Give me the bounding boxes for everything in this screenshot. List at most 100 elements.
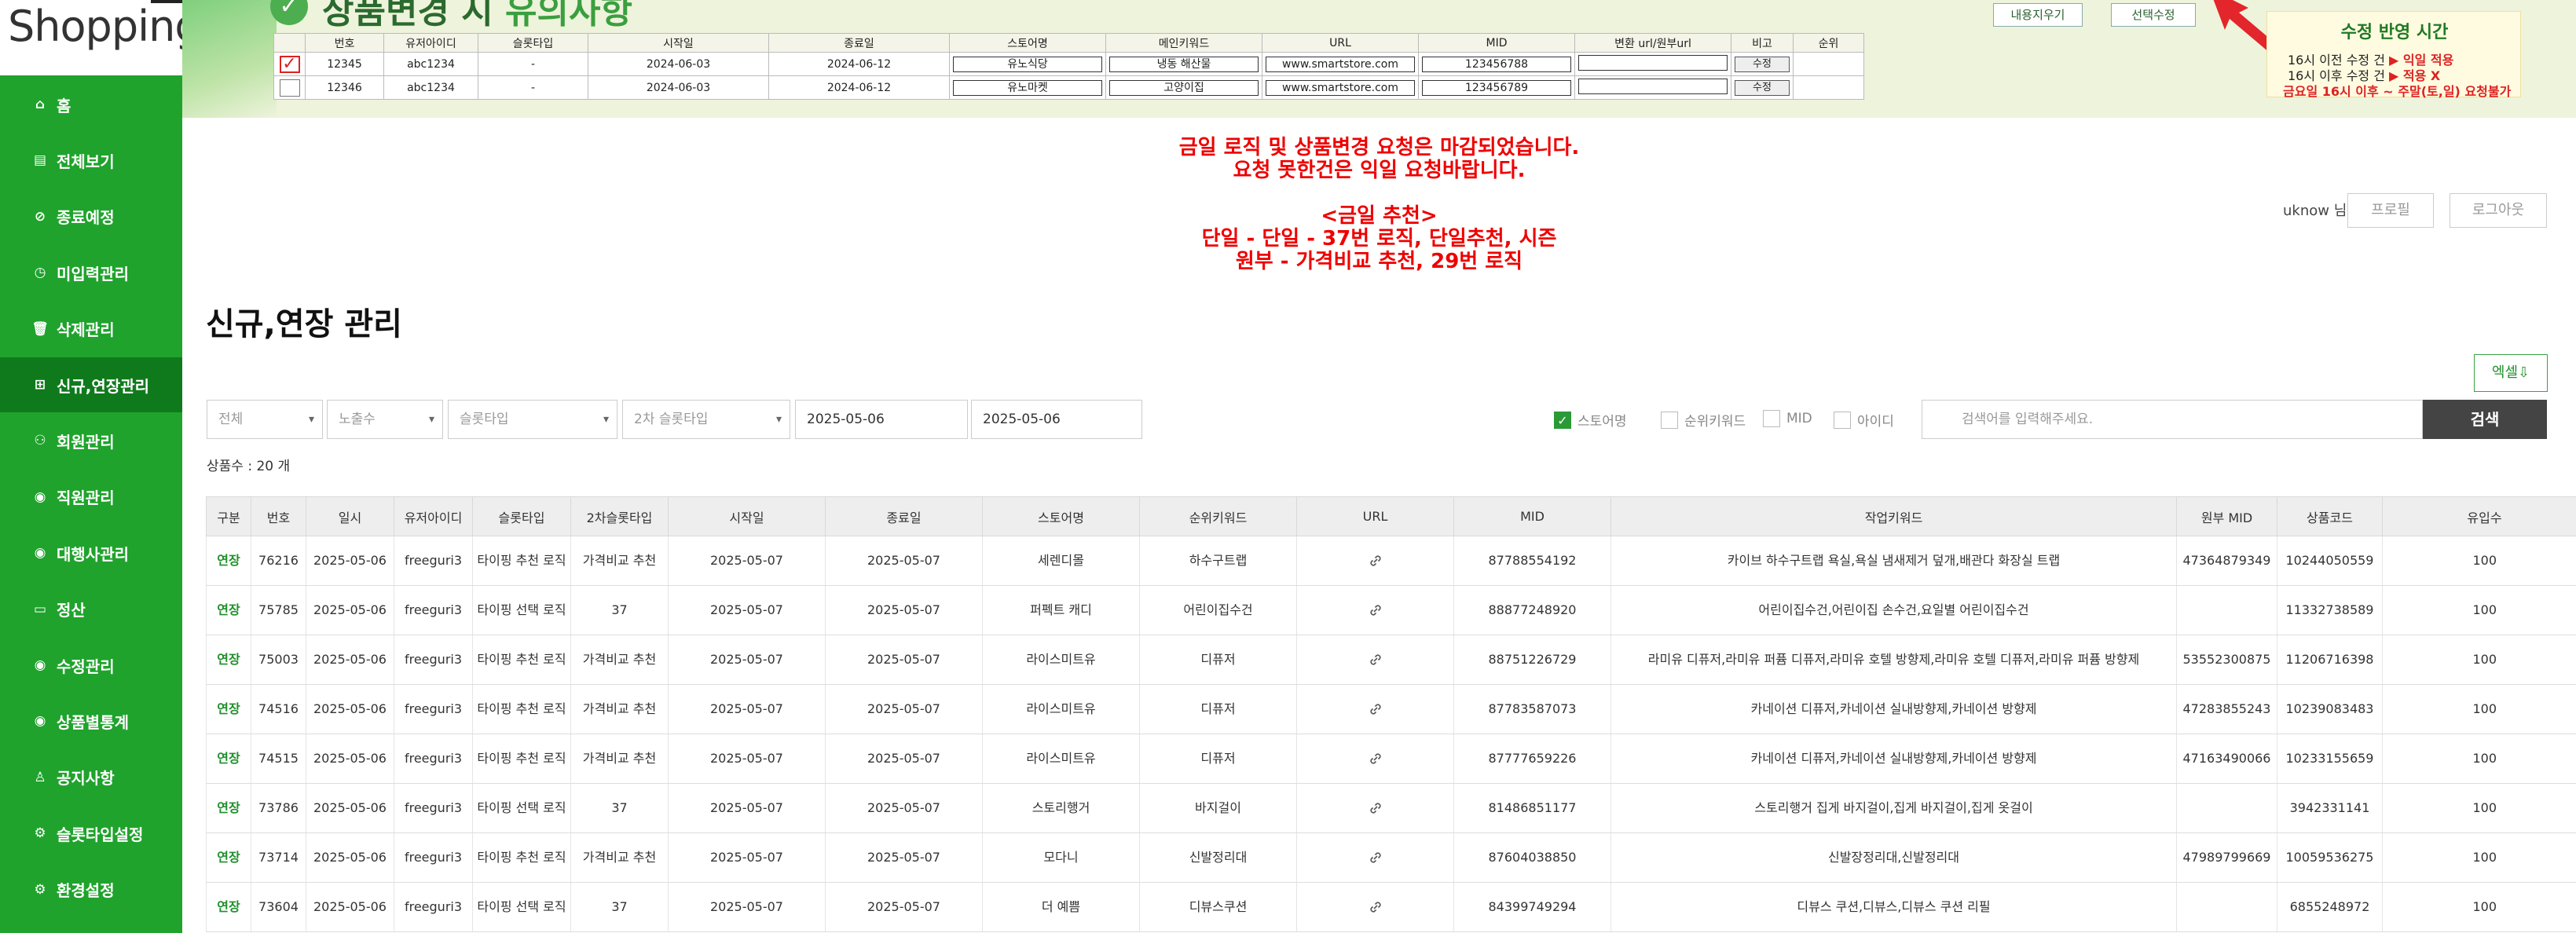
table-cell-parent-mid: 53552300875 — [2176, 635, 2277, 685]
table-row[interactable]: 연장 73714 2025-05-06 freeguri3 타이핑 추천 로직 가격비교 … — [206, 832, 2576, 883]
link-icon[interactable] — [1368, 899, 1383, 915]
table-cell-store: 스토리행거 — [982, 783, 1140, 833]
sidebar-item[interactable]: ♙ 공지사항 — [0, 750, 182, 805]
excel-download-button[interactable]: 엑셀⇩ — [2474, 354, 2548, 392]
table-row[interactable]: 연장 75003 2025-05-06 freeguri3 타이핑 추천 로직 가격비교 … — [206, 635, 2576, 685]
announcement: 금일 로직 및 상품변경 요청은 마감되었습니다. 요청 못한건은 익일 요청바… — [182, 137, 2576, 273]
table-cell-slot: 타이핑 선택 로직 — [472, 783, 571, 833]
example-input[interactable] — [1578, 78, 1728, 94]
sidebar-item[interactable]: ◉ 수정관리 — [0, 638, 182, 693]
app-logo[interactable]: Shopping — [8, 2, 202, 51]
table-header-cell: 번호 — [251, 496, 306, 536]
filter-checkbox-label: 아이디 — [1857, 414, 1894, 430]
filter-checkbox[interactable]: 순위키워드 — [1661, 410, 1746, 430]
example-cell: 2024-06-03 — [588, 75, 769, 100]
start-date-input[interactable]: 2025-05-06 — [795, 400, 968, 439]
sidebar-item[interactable]: ⊞ 신규,연장관리 — [0, 357, 182, 412]
checkbox[interactable] — [279, 79, 300, 97]
link-icon[interactable] — [1368, 652, 1383, 668]
sidebar-item[interactable]: ◷ 미입력관리 — [0, 245, 182, 300]
table-cell-work-kw: 디뷰스 쿠션,디뷰스,디뷰스 쿠션 리필 — [1610, 882, 2177, 932]
table-cell-code: 10233155659 — [2277, 734, 2383, 784]
sidebar-item[interactable]: ◉ 상품별통계 — [0, 693, 182, 748]
clear-content-button[interactable]: 내용지우기 — [1993, 3, 2083, 27]
filter-checkbox[interactable]: 아이디 — [1834, 410, 1894, 430]
table-row[interactable]: 연장 73604 2025-05-06 freeguri3 타이핑 선택 로직 37 202… — [206, 882, 2576, 932]
example-input[interactable]: 유노식당 — [953, 56, 1102, 72]
chevron-down-icon: ▾ — [775, 413, 782, 426]
example-input[interactable]: 123456788 — [1422, 56, 1571, 72]
slot-type-select[interactable]: 슬롯타입 ▾ — [448, 400, 617, 439]
example-row: 12346 abc1234-2024-06-03 2024-06-12 유노마켓 고양이… — [273, 75, 1864, 100]
table-cell-kind: 연장 — [206, 832, 251, 883]
table-row[interactable]: 연장 73786 2025-05-06 freeguri3 타이핑 선택 로직 37 202… — [206, 783, 2576, 833]
sidebar-item[interactable]: ◉ 직원관리 — [0, 470, 182, 525]
table-cell-kind: 연장 — [206, 882, 251, 932]
link-icon[interactable] — [1368, 850, 1383, 865]
table-cell-start: 2025-05-07 — [668, 734, 826, 784]
example-input[interactable]: www.smartstore.com — [1266, 56, 1415, 72]
table-cell-no: 73786 — [251, 783, 306, 833]
exposure-select[interactable]: 노출수 ▾ — [327, 400, 443, 439]
example-header-cell: 시작일 — [588, 33, 769, 53]
example-cell: 123456788 — [1418, 52, 1575, 76]
search-input[interactable]: 검색어를 입력해주세요. — [1922, 400, 2423, 439]
announcement-line: 금일 로직 및 상품변경 요청은 마감되었습니다. — [1178, 136, 1580, 159]
chevron-down-icon: ▾ — [308, 413, 314, 426]
link-icon[interactable] — [1368, 800, 1383, 816]
sidebar-item[interactable]: ▤ 전체보기 — [0, 133, 182, 188]
sidebar: Shopping ⌂ 홈 ▤ 전체보기 ⊘ 종료예정 ◷ 미입력관리 🗑 삭제관리 ⊞ 신규,연장관리… — [0, 0, 202, 933]
example-edit-button[interactable]: 수정 — [1735, 79, 1790, 96]
sidebar-item[interactable]: ⚇ 회원관리 — [0, 413, 182, 468]
example-input[interactable]: 123456789 — [1422, 79, 1571, 96]
example-cell: 12345 — [305, 52, 384, 76]
table-row[interactable]: 연장 76216 2025-05-06 freeguri3 타이핑 추천 로직 가격비교 … — [206, 536, 2576, 586]
sidebar-item[interactable]: ⌂ 홈 — [0, 77, 182, 132]
filter-checkbox[interactable]: MID — [1763, 410, 1812, 427]
example-input[interactable]: www.smartstore.com — [1266, 79, 1415, 96]
sidebar-item[interactable]: ⚙ 환경설정 — [0, 862, 182, 917]
table-cell-end: 2025-05-07 — [825, 684, 983, 734]
profile-button[interactable]: 프로필 — [2347, 193, 2434, 228]
table-cell-start: 2025-05-07 — [668, 585, 826, 635]
table-cell-work-kw: 스토리행거 집게 바지걸이,집게 바지걸이,집게 옷걸이 — [1610, 783, 2177, 833]
example-cell: 유노식당 — [949, 52, 1106, 76]
example-input[interactable]: 냉동 해산물 — [1109, 56, 1259, 72]
link-icon[interactable] — [1368, 602, 1383, 618]
example-header-cell — [273, 33, 306, 53]
example-edit-button[interactable]: 수정 — [1735, 56, 1790, 72]
category-select[interactable]: 전체 ▾ — [207, 400, 323, 439]
table-cell-no: 73604 — [251, 882, 306, 932]
apply-selected-button[interactable]: 선택수정 — [2111, 3, 2196, 27]
example-cell — [1793, 52, 1864, 76]
link-icon[interactable] — [1368, 701, 1383, 717]
link-icon[interactable] — [1368, 553, 1383, 569]
table-cell-store: 모다니 — [982, 832, 1140, 883]
example-row: ✓ 12345 abc1234-2024-06-03 2024-06-12 유노식당 냉동… — [273, 52, 1864, 76]
sidebar-item[interactable]: ⊘ 종료예정 — [0, 189, 182, 244]
trash-icon: 🗑 — [31, 320, 49, 337]
example-input[interactable]: 고양이집 — [1109, 79, 1259, 96]
table-cell-inflow: 100 — [2382, 684, 2576, 734]
slot-type2-select[interactable]: 2차 슬롯타입 ▾ — [622, 400, 790, 439]
sidebar-item-label: 삭제관리 — [57, 320, 115, 340]
table-cell-url — [1296, 783, 1454, 833]
table-row[interactable]: 연장 75785 2025-05-06 freeguri3 타이핑 선택 로직 37 202… — [206, 585, 2576, 635]
table-cell-date: 2025-05-06 — [306, 684, 394, 734]
logout-button[interactable]: 로그아웃 — [2450, 193, 2547, 228]
example-input[interactable]: 유노마켓 — [953, 79, 1102, 96]
sidebar-item[interactable]: ◉ 대행사관리 — [0, 525, 182, 580]
end-date-input[interactable]: 2025-05-06 — [971, 400, 1142, 439]
sidebar-item[interactable]: 🗑 삭제관리 — [0, 302, 182, 357]
sidebar-item[interactable]: ▭ 정산 — [0, 582, 182, 637]
table-row[interactable]: 연장 74516 2025-05-06 freeguri3 타이핑 추천 로직 가격비교 … — [206, 684, 2576, 734]
example-input[interactable] — [1578, 54, 1728, 71]
search-button[interactable]: 검색 — [2423, 400, 2547, 439]
table-row[interactable]: 연장 74515 2025-05-06 freeguri3 타이핑 추천 로직 가격비교 … — [206, 734, 2576, 784]
checked-checkbox-icon[interactable]: ✓ — [279, 55, 300, 73]
link-icon[interactable] — [1368, 751, 1383, 767]
table-cell-rank-kw: 디퓨저 — [1139, 684, 1297, 734]
filter-checkbox[interactable]: ✓ 스토어명 — [1554, 410, 1627, 430]
notice-card-title: 수정 반영 시간 — [2340, 23, 2449, 42]
sidebar-item[interactable]: ⚙ 슬롯타입설정 — [0, 806, 182, 861]
